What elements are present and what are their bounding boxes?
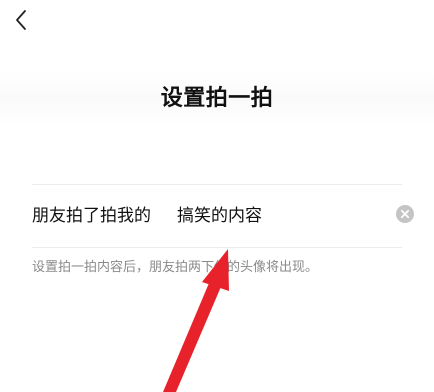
divider — [32, 247, 402, 248]
pat-input-row: 朋友拍了拍我的 — [32, 185, 414, 247]
hint-text: 设置拍一拍内容后，朋友拍两下你的头像将出现。 — [32, 260, 319, 275]
chevron-left-icon — [14, 9, 28, 31]
page-title: 设置拍一拍 — [160, 86, 274, 111]
clear-button[interactable] — [396, 205, 414, 227]
pat-content-input[interactable] — [177, 204, 396, 228]
arrow-shaft — [163, 276, 223, 392]
clear-circle-icon — [396, 205, 414, 227]
pat-prefix-label: 朋友拍了拍我的 — [32, 206, 151, 226]
back-button[interactable] — [8, 6, 34, 34]
